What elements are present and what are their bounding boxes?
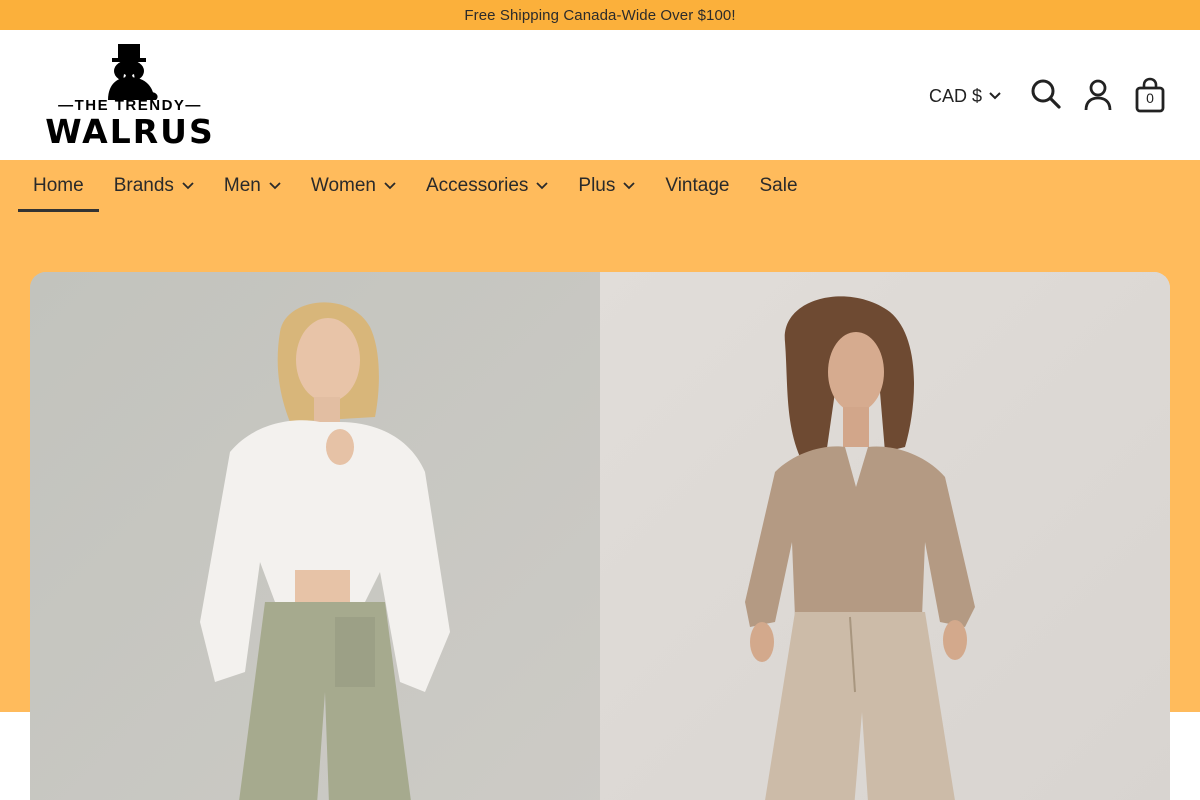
search-icon	[1031, 79, 1061, 109]
chevron-down-icon	[623, 182, 636, 190]
chevron-down-icon	[536, 182, 549, 190]
site-logo[interactable]: —THE TRENDY— WALRUS	[30, 44, 230, 151]
nav-item-sale[interactable]: Sale	[744, 160, 812, 212]
nav-item-label: Brands	[113, 175, 174, 196]
nav-item-brands[interactable]: Brands	[99, 160, 209, 212]
model-photo-right	[600, 272, 1170, 800]
main-nav: Home Brands Men Women Accessories Plus V…	[18, 160, 813, 212]
announcement-text: Free Shipping Canada-Wide Over $100!	[464, 6, 736, 24]
search-button[interactable]	[1030, 78, 1062, 110]
model-photo-left	[30, 272, 600, 800]
walrus-logo-icon	[108, 44, 158, 100]
hero-image-left[interactable]	[30, 272, 600, 800]
nav-item-label: Home	[33, 175, 84, 196]
nav-item-label: Sale	[759, 175, 798, 196]
nav-item-label: Plus	[578, 175, 616, 196]
nav-item-accessories[interactable]: Accessories	[411, 160, 563, 212]
chevron-down-icon	[989, 92, 1001, 100]
nav-item-label: Men	[223, 175, 261, 196]
announcement-bar: Free Shipping Canada-Wide Over $100!	[0, 0, 1200, 30]
nav-item-men[interactable]: Men	[209, 160, 296, 212]
account-icon	[1084, 79, 1112, 111]
nav-item-label: Accessories	[425, 175, 529, 196]
nav-item-plus[interactable]: Plus	[563, 160, 650, 212]
account-button[interactable]	[1083, 78, 1113, 112]
nav-item-home[interactable]: Home	[18, 160, 99, 212]
currency-selector[interactable]: CAD $	[929, 83, 1002, 109]
cart-count: 0	[1146, 90, 1154, 106]
nav-item-women[interactable]: Women	[296, 160, 411, 212]
chevron-down-icon	[384, 182, 396, 190]
chevron-down-icon	[182, 182, 194, 190]
nav-item-label: Vintage	[665, 175, 730, 196]
logo-wordmark: WALRUS	[45, 112, 215, 151]
nav-item-label: Women	[310, 175, 376, 196]
cart-button[interactable]: 0	[1133, 77, 1167, 113]
currency-label: CAD $	[929, 85, 983, 106]
hero-image-right[interactable]	[600, 272, 1170, 800]
hero-banner[interactable]	[30, 272, 1170, 800]
chevron-down-icon	[269, 182, 281, 190]
site-header: —THE TRENDY— WALRUS CAD $ 0	[0, 30, 1200, 160]
nav-item-vintage[interactable]: Vintage	[650, 160, 744, 212]
